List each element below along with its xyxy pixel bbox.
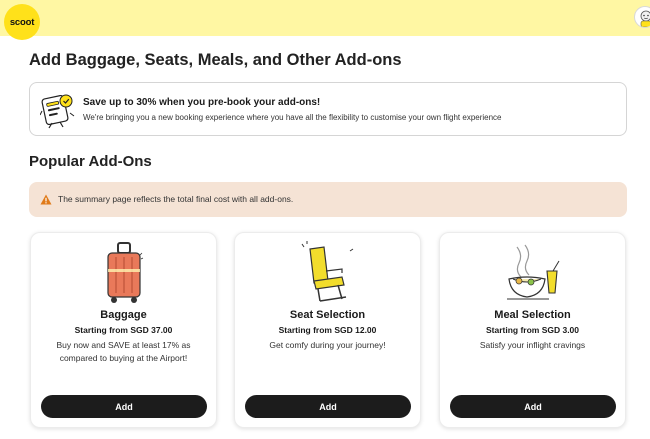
avatar[interactable] xyxy=(634,6,650,28)
meal-icon xyxy=(506,244,559,300)
notice-banner: The summary page reflects the total fina… xyxy=(29,182,627,217)
card-price: Starting from SGD 12.00 xyxy=(278,325,377,335)
page-title: Add Baggage, Seats, Meals, and Other Add… xyxy=(29,51,402,69)
warning-icon xyxy=(40,194,52,205)
section-title: Popular Add-Ons xyxy=(29,153,152,170)
card-description: Satisfy your inflight cravings xyxy=(479,340,586,350)
user-avatar-icon xyxy=(636,8,650,27)
logo-text: scoot xyxy=(9,16,35,28)
seat-selection-card: Seat Selection Starting from SGD 12.00 G… xyxy=(234,232,421,428)
promo-text: We're bringing you a new booking experie… xyxy=(83,113,502,122)
card-title: Baggage xyxy=(100,309,147,321)
add-meal-button[interactable]: Add xyxy=(450,395,616,418)
suitcase-icon xyxy=(106,242,143,303)
baggage-card: Baggage Starting from SGD 37.00 Buy now … xyxy=(30,232,217,428)
card-description: Get comfy during your journey! xyxy=(269,340,386,350)
add-seat-button[interactable]: Add xyxy=(245,395,411,418)
card-title: Meal Selection xyxy=(494,309,571,321)
add-baggage-button[interactable]: Add xyxy=(41,395,207,418)
seat-icon xyxy=(301,241,353,302)
card-description: Buy now and SAVE at least 17% as compare… xyxy=(56,340,191,363)
card-title: Seat Selection xyxy=(289,309,366,321)
card-price: Starting from SGD 3.00 xyxy=(485,325,580,335)
promo-title: Save up to 30% when you pre-book your ad… xyxy=(83,97,321,108)
notice-text: The summary page reflects the total fina… xyxy=(58,194,294,204)
addons-illustration-icon xyxy=(40,94,75,129)
meal-selection-card: Meal Selection Starting from SGD 3.00 Sa… xyxy=(439,232,626,428)
top-bar: scoot xyxy=(0,0,650,40)
promo-banner: Save up to 30% when you pre-book your ad… xyxy=(29,82,627,136)
scoot-logo[interactable]: scoot xyxy=(4,4,40,40)
card-price: Starting from SGD 37.00 xyxy=(74,325,173,335)
